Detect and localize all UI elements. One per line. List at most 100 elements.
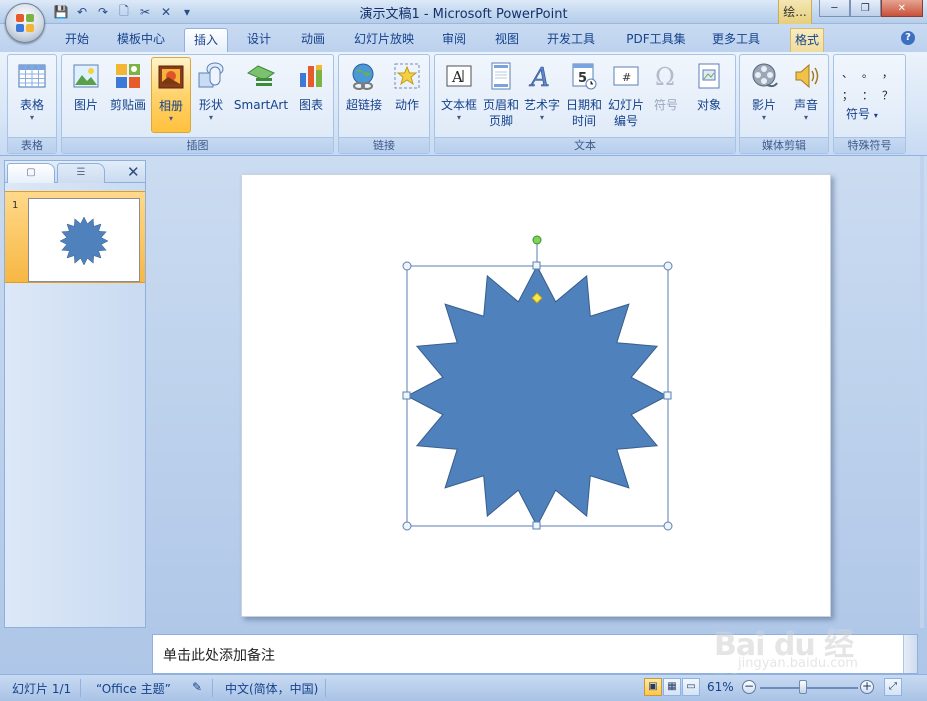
action-button[interactable]: 动作 — [388, 57, 426, 137]
hyperlink-button[interactable]: 超链接 — [342, 57, 386, 137]
slide-thumbnail[interactable] — [28, 198, 140, 282]
tab-0[interactable]: 开始 — [62, 28, 92, 52]
date-time-button[interactable]: 5 日期和 时间 — [563, 57, 605, 137]
group-table: 表格 ▾ 表格 — [7, 54, 57, 154]
restore-button[interactable]: ❐ — [849, 0, 881, 17]
fit-to-window-button[interactable]: ⤢ — [884, 678, 902, 696]
group-label-table: 表格 — [8, 137, 56, 153]
close-window-button[interactable]: ✕ — [880, 0, 924, 17]
office-button[interactable] — [5, 3, 45, 43]
slide-canvas[interactable] — [241, 174, 831, 617]
zoom-in-button[interactable]: + — [860, 680, 874, 694]
symbol-item[interactable]: 。 — [862, 65, 882, 81]
thumbnail-star-shape — [59, 216, 109, 266]
textbox-icon: A — [444, 61, 474, 91]
shapes-button[interactable]: 形状 ▾ — [193, 57, 229, 137]
smartart-icon — [246, 61, 276, 91]
sound-button[interactable]: 声音 ▾ — [786, 57, 826, 137]
resize-handle-top-right[interactable] — [663, 261, 673, 271]
tab-2[interactable]: 插入 — [184, 28, 228, 52]
object-button[interactable]: 对象 — [689, 57, 729, 137]
tab-outline[interactable]: ☰ — [57, 163, 105, 183]
tab-9[interactable]: PDF工具集 — [620, 28, 692, 52]
shapes-icon — [196, 61, 226, 91]
resize-handle-left[interactable] — [402, 391, 411, 400]
symbol-item[interactable]: ： — [862, 87, 882, 103]
slideshow-icon: ▭ — [686, 681, 696, 692]
wordart-button[interactable]: A 艺术字 ▾ — [522, 57, 562, 137]
resize-handle-right[interactable] — [663, 391, 672, 400]
close-pane-icon[interactable]: ✕ — [127, 163, 140, 181]
tab-3[interactable]: 设计 — [243, 28, 275, 52]
zoom-slider-thumb[interactable] — [799, 680, 808, 694]
picture-icon — [71, 61, 101, 91]
wordart-icon: A — [527, 61, 557, 94]
group-illustrations: 图片 剪贴画 相册 ▾ 形状 ▾ SmartArt 图表 插图 — [61, 54, 334, 154]
tab-8[interactable]: 开发工具 — [543, 28, 599, 52]
zoom-level[interactable]: 61% — [707, 680, 734, 694]
speaker-icon — [791, 61, 821, 91]
language-status[interactable]: 中文(简体，中国) — [225, 680, 318, 697]
film-reel-icon — [749, 61, 779, 91]
textbox-button[interactable]: A 文本框 ▾ — [437, 57, 481, 137]
svg-text:A: A — [451, 68, 463, 86]
svg-text:Ω: Ω — [655, 63, 675, 91]
notes-pane[interactable]: 单击此处添加备注 — [152, 634, 918, 674]
header-footer-icon — [486, 61, 516, 91]
slide-thumbnail-pane: ▢ ☰ ✕ 1 — [4, 160, 146, 628]
vertical-scrollbar[interactable] — [920, 156, 924, 628]
header-footer-button[interactable]: 页眉和 页脚 — [481, 57, 521, 137]
status-bar: 幻灯片 1/1 “Office 主题” ✎ 中文(简体，中国) ▣ ▦ ▭ 61… — [0, 674, 927, 701]
ribbon: 表格 ▾ 表格 图片 剪贴画 相册 ▾ 形状 ▾ SmartArt 图表 插图 … — [0, 52, 927, 156]
chart-button[interactable]: 图表 — [292, 57, 330, 137]
notes-scrollbar[interactable] — [903, 635, 917, 673]
photo-album-icon — [156, 62, 186, 92]
slide-editing-area — [152, 156, 922, 628]
calendar-icon: 5 — [569, 61, 599, 91]
tab-4[interactable]: 动画 — [297, 28, 329, 52]
resize-handle-bottom-right[interactable] — [663, 521, 673, 531]
tab-10[interactable]: 更多工具 — [707, 28, 765, 52]
insert-symbol-button[interactable]: 符号 ▾ — [846, 105, 878, 122]
resize-handle-bottom-left[interactable] — [402, 521, 412, 531]
symbol-item[interactable]: 、 — [842, 65, 862, 81]
group-label-media: 媒体剪辑 — [740, 137, 828, 153]
symbol-item[interactable]: ？ — [882, 87, 902, 103]
normal-view-button[interactable]: ▣ — [644, 678, 662, 696]
resize-handle-top[interactable] — [532, 261, 541, 270]
resize-handle-top-left[interactable] — [402, 261, 412, 271]
picture-button[interactable]: 图片 — [66, 57, 106, 137]
notes-placeholder: 单击此处添加备注 — [163, 648, 275, 664]
slide-thumbnail-row[interactable]: 1 — [5, 191, 145, 283]
table-button[interactable]: 表格 ▾ — [10, 57, 54, 137]
help-icon[interactable]: ? — [901, 31, 915, 45]
star-shape[interactable] — [405, 264, 669, 528]
zoom-slider[interactable] — [760, 687, 858, 689]
rotation-handle[interactable] — [532, 235, 542, 245]
tab-11[interactable]: 格式 — [790, 28, 824, 52]
slide-thumbnail-number: 1 — [12, 200, 19, 211]
smartart-button[interactable]: SmartArt — [232, 57, 290, 137]
slideshow-view-button[interactable]: ▭ — [682, 678, 700, 696]
window-controls: ─ ❐ ✕ — [819, 0, 924, 17]
tab-5[interactable]: 幻灯片放映 — [348, 28, 420, 52]
photo-album-button[interactable]: 相册 ▾ — [151, 57, 191, 133]
spell-check-icon[interactable]: ✎ — [192, 680, 202, 694]
clipart-button[interactable]: 剪贴画 — [107, 57, 149, 137]
slide-sorter-view-button[interactable]: ▦ — [663, 678, 681, 696]
slide-count-status: 幻灯片 1/1 — [12, 682, 72, 696]
symbol-item[interactable]: ； — [842, 87, 862, 103]
resize-handle-bottom[interactable] — [532, 521, 541, 530]
tab-1[interactable]: 模板中心 — [112, 28, 170, 52]
symbol-button[interactable]: Ω 符号 — [648, 57, 684, 137]
slide-number-icon: # — [611, 61, 641, 91]
movie-button[interactable]: 影片 ▾ — [744, 57, 784, 137]
symbol-item[interactable]: ， — [882, 65, 902, 81]
tab-7[interactable]: 视图 — [491, 28, 523, 52]
zoom-out-button[interactable]: − — [742, 680, 756, 694]
workspace: ▢ ☰ ✕ 1 单击此处添加备注 — [0, 156, 927, 674]
slide-number-button[interactable]: # 幻灯片 编号 — [606, 57, 646, 137]
tab-slides[interactable]: ▢ — [7, 163, 55, 183]
minimize-button[interactable]: ─ — [819, 0, 850, 17]
tab-6[interactable]: 审阅 — [438, 28, 470, 52]
